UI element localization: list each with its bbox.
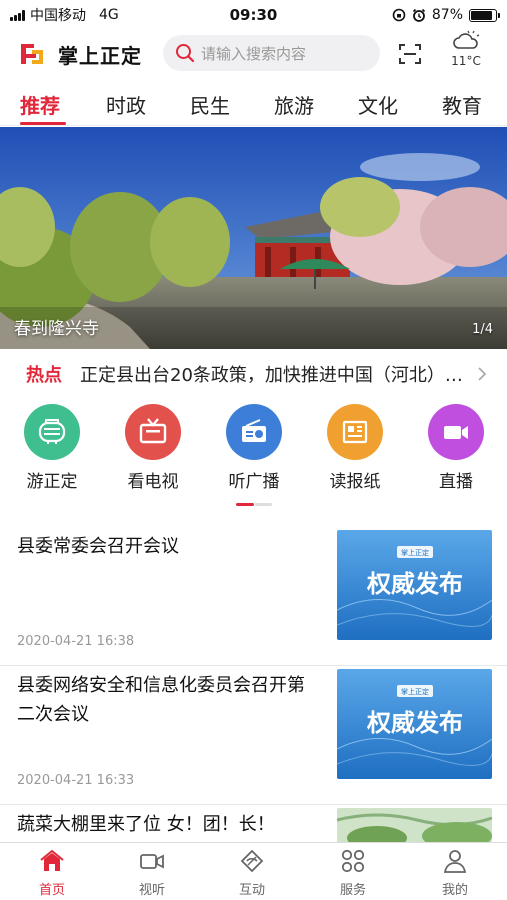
quick-label: 直播: [439, 472, 473, 492]
tab-culture[interactable]: 文化: [358, 90, 398, 119]
search-placeholder: 请输入搜索内容: [201, 44, 307, 63]
quick-label: 听广播: [228, 472, 280, 492]
quick-listen-radio[interactable]: 听广播: [214, 404, 294, 492]
quick-read-newspaper[interactable]: 读报纸: [315, 404, 395, 492]
weather-temp: 11°C: [451, 54, 481, 68]
weather-widget[interactable]: 11°C: [444, 30, 488, 68]
nav-label: 服务: [339, 883, 366, 898]
quick-entry-grid: 游正定 看电视 听广播 读报纸 直播: [0, 404, 507, 494]
tv-icon: [125, 404, 181, 460]
battery-percent: 87%: [431, 7, 463, 23]
video-icon: [140, 854, 164, 869]
quick-page-indicator: [236, 503, 276, 507]
cloudy-icon: [453, 30, 480, 49]
app-brand: 掌上正定: [58, 44, 142, 68]
banner-carousel[interactable]: 春到隆兴寺 1/4: [0, 127, 507, 349]
hot-headline[interactable]: 正定县出台20条政策，加快推进中国（河北）自由贸易试验区正定片区建设: [80, 361, 465, 387]
bottom-navigation: 首页 视听 互动 服务 我的: [0, 842, 507, 900]
tab-tourism[interactable]: 旅游: [274, 90, 314, 119]
search-input[interactable]: 请输入搜索内容: [163, 35, 380, 71]
newspaper-icon: [327, 404, 383, 460]
grid-icon: [341, 849, 365, 873]
active-tab-indicator: [20, 122, 66, 125]
tab-education[interactable]: 教育: [442, 90, 482, 119]
news-title: 县委常委会召开会议: [17, 536, 179, 557]
quick-visit-zhengding[interactable]: 游正定: [12, 404, 92, 492]
news-date: 2020-04-21 16:38: [17, 634, 135, 649]
nav-label: 互动: [238, 883, 265, 898]
quick-watch-tv[interactable]: 看电视: [113, 404, 193, 492]
quick-label: 读报纸: [329, 472, 381, 492]
nav-label: 首页: [38, 883, 65, 898]
news-thumbnail: 掌上正定 权威发布: [337, 669, 492, 779]
banner-caption: 春到隆兴寺: [14, 319, 99, 339]
news-title: 蔬菜大棚里来了位 女！团！长！: [17, 814, 275, 835]
banner-index: 1/4: [472, 322, 493, 337]
tab-politics[interactable]: 时政: [106, 90, 146, 119]
scan-icon[interactable]: [398, 42, 422, 66]
thumb-tag: 掌上正定: [401, 548, 429, 557]
hot-news-ticker[interactable]: 热点 正定县出台20条政策，加快推进中国（河北）自由贸易试验区正定片区建设: [0, 350, 507, 398]
nav-media[interactable]: 视听: [122, 849, 182, 898]
battery-icon: [469, 8, 500, 22]
thumb-tag: 掌上正定: [401, 687, 429, 696]
nav-label: 我的: [441, 883, 468, 898]
news-date: 2020-04-21 16:33: [17, 773, 135, 788]
hot-label: 热点: [26, 365, 62, 386]
video-camera-icon: [428, 404, 484, 460]
interact-icon: [240, 849, 264, 873]
app-header: 掌上正定 请输入搜索内容 11°C: [0, 30, 507, 78]
thumb-text: 权威发布: [366, 709, 463, 737]
nav-label: 视听: [138, 883, 165, 898]
quick-live[interactable]: 直播: [416, 404, 496, 492]
news-thumbnail: 掌上正定 权威发布: [337, 530, 492, 640]
status-bar: 中国移动 4G 09:30 87%: [0, 0, 507, 30]
home-icon: [40, 849, 64, 871]
nav-profile[interactable]: 我的: [425, 849, 485, 898]
nav-services[interactable]: 服务: [323, 849, 383, 898]
user-icon: [443, 850, 467, 873]
search-icon: [176, 44, 195, 63]
category-tabs: 推荐 时政 民生 旅游 文化 教育: [0, 80, 507, 126]
tour-icon: [24, 404, 80, 460]
quick-label: 看电视: [127, 472, 179, 492]
nav-interact[interactable]: 互动: [222, 849, 282, 898]
news-title: 县委网络安全和信息化委员会召开第二次会议: [17, 675, 305, 725]
rotation-lock-icon: [392, 8, 406, 22]
alarm-icon: [412, 8, 425, 22]
tab-recommend[interactable]: 推荐: [20, 90, 60, 119]
news-item[interactable]: 县委网络安全和信息化委员会召开第二次会议 2020-04-21 16:33 掌上…: [0, 667, 507, 805]
tab-livelihood[interactable]: 民生: [190, 90, 230, 119]
quick-label: 游正定: [26, 472, 78, 492]
news-item[interactable]: 县委常委会召开会议 2020-04-21 16:38 掌上正定 权威发布: [0, 528, 507, 666]
radio-icon: [226, 404, 282, 460]
chevron-right-icon: [478, 367, 487, 381]
nav-home[interactable]: 首页: [22, 849, 82, 898]
thumb-text: 权威发布: [366, 570, 463, 598]
app-logo-icon: [18, 40, 46, 68]
